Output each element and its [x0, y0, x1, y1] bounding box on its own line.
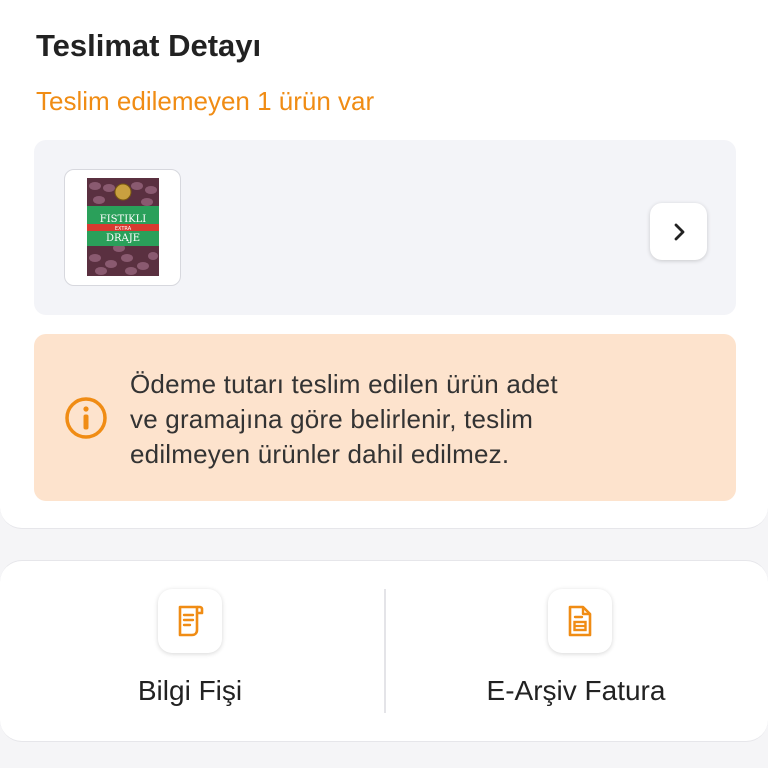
receipt-icon-box: [158, 589, 222, 653]
info-line: edilmeyen ürünler dahil edilmez.: [130, 439, 510, 469]
package-text-2: EXTRA: [115, 226, 132, 232]
package-text-1: FISTIKLI: [100, 214, 146, 225]
info-line: Ödeme tutarı teslim edilen ürün adet: [130, 369, 558, 399]
e-archive-invoice-button[interactable]: E-Arşiv Fatura: [386, 561, 768, 741]
invoice-icon: [568, 605, 592, 637]
delivery-detail-card: Teslimat Detayı Teslim edilemeyen 1 ürün…: [0, 0, 768, 529]
product-thumbnail[interactable]: FISTIKLI EXTRA DRAJE: [64, 169, 181, 286]
receipt-button[interactable]: Bilgi Fişi: [0, 561, 384, 741]
invoice-icon-box: [548, 589, 612, 653]
product-detail-button[interactable]: [650, 203, 707, 260]
page-title: Teslimat Detayı: [36, 28, 262, 63]
package-text-3: DRAJE: [106, 233, 140, 244]
info-circle-icon: [65, 397, 107, 439]
chevron-right-icon: [674, 223, 684, 240]
e-archive-invoice-label: E-Arşiv Fatura: [486, 675, 666, 706]
info-line: ve gramajına göre belirlenir, teslim: [130, 404, 534, 434]
document-actions-card: Bilgi Fişi E-Arşiv Fatura: [0, 560, 768, 742]
receipt-label: Bilgi Fişi: [137, 675, 243, 706]
undelivered-product-row[interactable]: FISTIKLI EXTRA DRAJE: [34, 140, 736, 315]
undelivered-count-text[interactable]: Teslim edilemeyen 1 ürün var: [36, 86, 374, 117]
product-package-image: FISTIKLI EXTRA DRAJE: [87, 178, 159, 276]
receipt-icon: [178, 605, 204, 637]
info-notice: Ödeme tutarı teslim edilen ürün adet ve …: [34, 334, 736, 501]
info-text: Ödeme tutarı teslim edilen ürün adet ve …: [130, 367, 710, 472]
